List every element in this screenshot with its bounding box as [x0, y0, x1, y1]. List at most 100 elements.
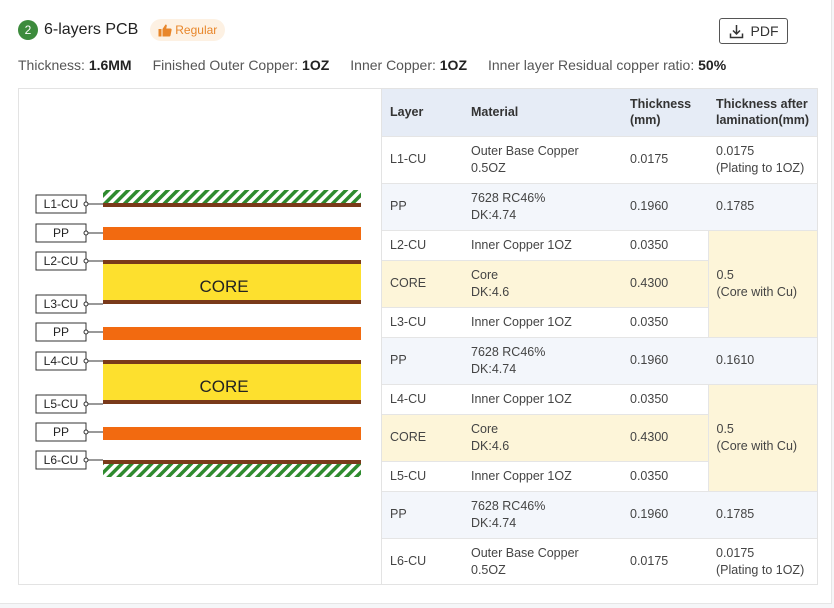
spec-summary: Thickness: 1.6MM Finished Outer Copper: … — [18, 57, 747, 73]
step-number-badge: 2 — [18, 20, 38, 40]
table-row: PP 7628 RC46% DK:4.74 0.1960 0.1785 — [382, 490, 817, 538]
cell-layer: PP — [382, 182, 463, 230]
spec-outer-copper: Finished Outer Copper: 1OZ — [152, 57, 330, 73]
layer-label-l3: L3-CU — [35, 294, 103, 314]
table-row: PP 7628 RC46% DK:4.74 0.1960 0.1785 — [382, 182, 817, 230]
cell-material: 7628 RC46% DK:4.74 — [463, 336, 622, 384]
svg-text:L1-CU: L1-CU — [44, 197, 79, 211]
svg-text:L3-CU: L3-CU — [44, 297, 79, 311]
cell-thickness: 0.0350 — [622, 383, 708, 414]
card-header: 2 6-layers PCB Regular — [18, 18, 226, 42]
core-label-1: CORE — [199, 277, 248, 296]
cell-thickness: 0.1960 — [622, 182, 708, 230]
regular-tag-label: Regular — [175, 23, 218, 37]
cell-thickness: 0.4300 — [622, 259, 708, 307]
layer-l2-copper — [103, 260, 361, 264]
core-label-2: CORE — [199, 377, 248, 396]
layer-pp-3 — [103, 427, 361, 440]
layer-label-l4: L4-CU — [35, 351, 103, 371]
cell-thickness: 0.0175 — [622, 537, 708, 585]
table-row: L1-CU Outer Base Copper 0.5OZ 0.0175 0.0… — [382, 135, 817, 183]
cell-thickness-after: 0.1785 — [708, 182, 817, 230]
cell-material: Outer Base Copper 0.5OZ — [463, 135, 622, 183]
stackup-panel: CORE CORE L1-CU PP L2-CU L3-CU PP L4-CU … — [18, 88, 818, 585]
cell-material: 7628 RC46% DK:4.74 — [463, 490, 622, 538]
svg-text:PP: PP — [53, 425, 69, 439]
cell-layer: PP — [382, 490, 463, 538]
cell-material: Inner Copper 1OZ — [463, 460, 622, 491]
cell-thickness-after: 0.0175 (Plating to 1OZ) — [708, 537, 817, 585]
stackup-table-wrap: Layer Material Thickness (mm) Thickness … — [382, 89, 817, 585]
svg-text:L6-CU: L6-CU — [44, 453, 79, 467]
svg-text:L5-CU: L5-CU — [44, 397, 79, 411]
table-row: PP 7628 RC46% DK:4.74 0.1960 0.1610 — [382, 336, 817, 384]
layer-l6-copper — [103, 460, 361, 464]
cell-layer: L2-CU — [382, 229, 463, 260]
stackup-diagram: CORE CORE L1-CU PP L2-CU L3-CU PP L4-CU … — [19, 89, 382, 584]
stackup-card: 2 6-layers PCB Regular PDF Thickness: 1.… — [0, 0, 832, 604]
col-header-thickness: Thickness (mm) — [622, 89, 708, 136]
cell-thickness-after: 0.1610 — [708, 336, 817, 384]
cell-layer: L6-CU — [382, 537, 463, 585]
svg-text:L2-CU: L2-CU — [44, 254, 79, 268]
regular-tag: Regular — [150, 19, 226, 41]
cell-layer: CORE — [382, 413, 463, 461]
stackup-table: Layer Material Thickness (mm) Thickness … — [382, 89, 817, 585]
layer-pp-1 — [103, 227, 361, 240]
cell-material: Core DK:4.6 — [463, 259, 622, 307]
spec-residual-copper: Inner layer Residual copper ratio: 50% — [488, 57, 727, 73]
cell-layer: PP — [382, 336, 463, 384]
cell-layer: L1-CU — [382, 135, 463, 183]
layer-l1-copper — [103, 203, 361, 207]
layer-label-l6: L6-CU — [35, 450, 103, 470]
cell-material: Inner Copper 1OZ — [463, 383, 622, 414]
layer-label-l1: L1-CU — [35, 194, 103, 214]
cell-thickness: 0.0350 — [622, 306, 708, 337]
col-header-thickness-after: Thickness after lamination(mm) — [708, 89, 817, 136]
table-header-row: Layer Material Thickness (mm) Thickness … — [382, 89, 817, 136]
layer-label-pp-1: PP — [35, 223, 103, 243]
page-title: 6-layers PCB — [44, 21, 139, 38]
layer-label-l2: L2-CU — [35, 251, 103, 271]
layer-label-l5: L5-CU — [35, 394, 103, 414]
layer-l1-plating — [103, 190, 361, 203]
cell-material: Inner Copper 1OZ — [463, 306, 622, 337]
cell-material: Outer Base Copper 0.5OZ — [463, 537, 622, 585]
spec-thickness: Thickness: 1.6MM — [18, 57, 132, 73]
svg-text:L4-CU: L4-CU — [44, 354, 79, 368]
table-row: L4-CU Inner Copper 1OZ 0.0350 0.5 (Core … — [382, 383, 817, 491]
table-row: L6-CU Outer Base Copper 0.5OZ 0.0175 0.0… — [382, 537, 817, 585]
layer-l4-copper — [103, 360, 361, 364]
stackup-diagram-svg: CORE CORE L1-CU PP L2-CU L3-CU PP L4-CU … — [35, 190, 361, 477]
layer-pp-2 — [103, 327, 361, 340]
col-header-layer: Layer — [382, 89, 463, 136]
layer-l6-plating — [103, 464, 361, 477]
layer-l5-copper — [103, 400, 361, 404]
cell-thickness: 0.0350 — [622, 460, 708, 491]
layer-l3-copper — [103, 300, 361, 304]
cell-thickness: 0.0175 — [622, 135, 708, 183]
col-header-material: Material — [463, 89, 622, 136]
cell-layer: L5-CU — [382, 460, 463, 491]
cell-thickness: 0.4300 — [622, 413, 708, 461]
pdf-button-label: PDF — [750, 23, 779, 39]
cell-thickness-after: 0.0175 (Plating to 1OZ) — [708, 135, 817, 183]
cell-thickness-after: 0.1785 — [708, 490, 817, 538]
layer-label-pp-3: PP — [35, 422, 103, 442]
table-row: L2-CU Inner Copper 1OZ 0.0350 0.5 (Core … — [382, 229, 817, 337]
cell-thickness-after: 0.5 (Core with Cu) — [707, 229, 817, 337]
cell-thickness: 0.0350 — [622, 229, 708, 260]
download-icon — [729, 24, 743, 38]
cell-layer: CORE — [382, 259, 463, 307]
svg-text:PP: PP — [53, 325, 69, 339]
cell-layer: L4-CU — [382, 383, 463, 414]
thumbs-up-icon — [158, 24, 172, 36]
svg-text:PP: PP — [53, 226, 69, 240]
spec-inner-copper: Inner Copper: 1OZ — [350, 57, 467, 73]
layer-label-pp-2: PP — [35, 322, 103, 342]
cell-thickness: 0.1960 — [622, 336, 708, 384]
download-pdf-button[interactable]: PDF — [719, 18, 788, 44]
cell-material: 7628 RC46% DK:4.74 — [463, 182, 622, 230]
cell-layer: L3-CU — [382, 306, 463, 337]
cell-material: Core DK:4.6 — [463, 413, 622, 461]
